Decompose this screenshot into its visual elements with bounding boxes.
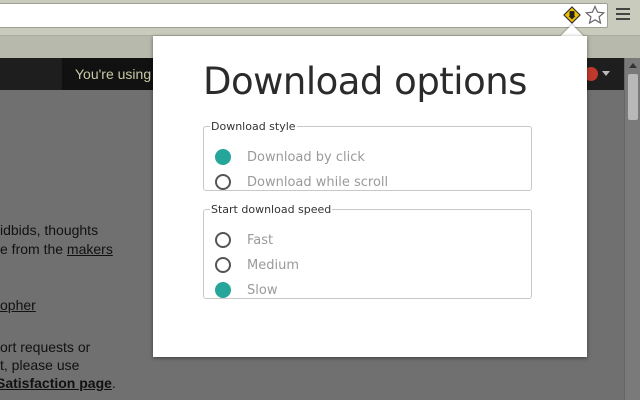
option-speed-slow[interactable]: Slow (215, 280, 277, 300)
page-scrollbar[interactable] (624, 58, 640, 400)
page-text-line: ort requests or (0, 339, 91, 355)
browser-toolbar (0, 0, 640, 36)
option-speed-fast[interactable]: Fast (215, 230, 273, 250)
opher-link[interactable]: opher (0, 297, 36, 313)
radio-speed-medium[interactable] (215, 257, 231, 273)
makers-link[interactable]: makers (67, 241, 113, 257)
satisfaction-page-link[interactable]: Satisfaction page (0, 375, 112, 391)
page-text-line: Satisfaction page. (0, 375, 116, 391)
radio-download-by-click[interactable] (215, 149, 231, 165)
address-bar[interactable] (0, 3, 608, 28)
chevron-down-icon[interactable] (602, 71, 610, 76)
option-download-by-click[interactable]: Download by click (215, 147, 365, 167)
option-label: Download while scroll (247, 174, 389, 190)
scrollbar-thumb[interactable] (628, 74, 638, 120)
option-label: Medium (247, 257, 299, 273)
page-text-line: idbids, thoughts (0, 222, 99, 238)
hamburger-menu-icon[interactable] (616, 8, 630, 22)
option-speed-medium[interactable]: Medium (215, 255, 299, 275)
page-text-line: e from the makers (0, 241, 113, 257)
radio-download-while-scroll[interactable] (215, 174, 231, 190)
download-speed-group: Start download speed Fast Medium Slow (203, 203, 532, 299)
download-style-legend: Download style (211, 120, 296, 133)
option-label: Download by click (247, 149, 365, 165)
page-text-line: t, please use (0, 357, 80, 373)
popup-title: Download options (203, 60, 527, 103)
scroll-up-arrow-icon[interactable] (629, 63, 637, 68)
option-label: Slow (247, 282, 278, 298)
page-text-line: opher (0, 297, 36, 313)
download-extension-icon[interactable] (563, 6, 581, 24)
option-label: Fast (247, 232, 274, 248)
radio-speed-slow[interactable] (215, 282, 231, 298)
download-style-group: Download style Download by click Downloa… (203, 120, 532, 191)
download-speed-legend: Start download speed (211, 203, 332, 216)
star-icon[interactable] (584, 5, 606, 25)
radio-speed-fast[interactable] (215, 232, 231, 248)
download-options-popup: Download options Download style Download… (153, 36, 587, 357)
option-download-while-scroll[interactable]: Download while scroll (215, 172, 388, 192)
browser-notice: You're using (62, 58, 162, 90)
